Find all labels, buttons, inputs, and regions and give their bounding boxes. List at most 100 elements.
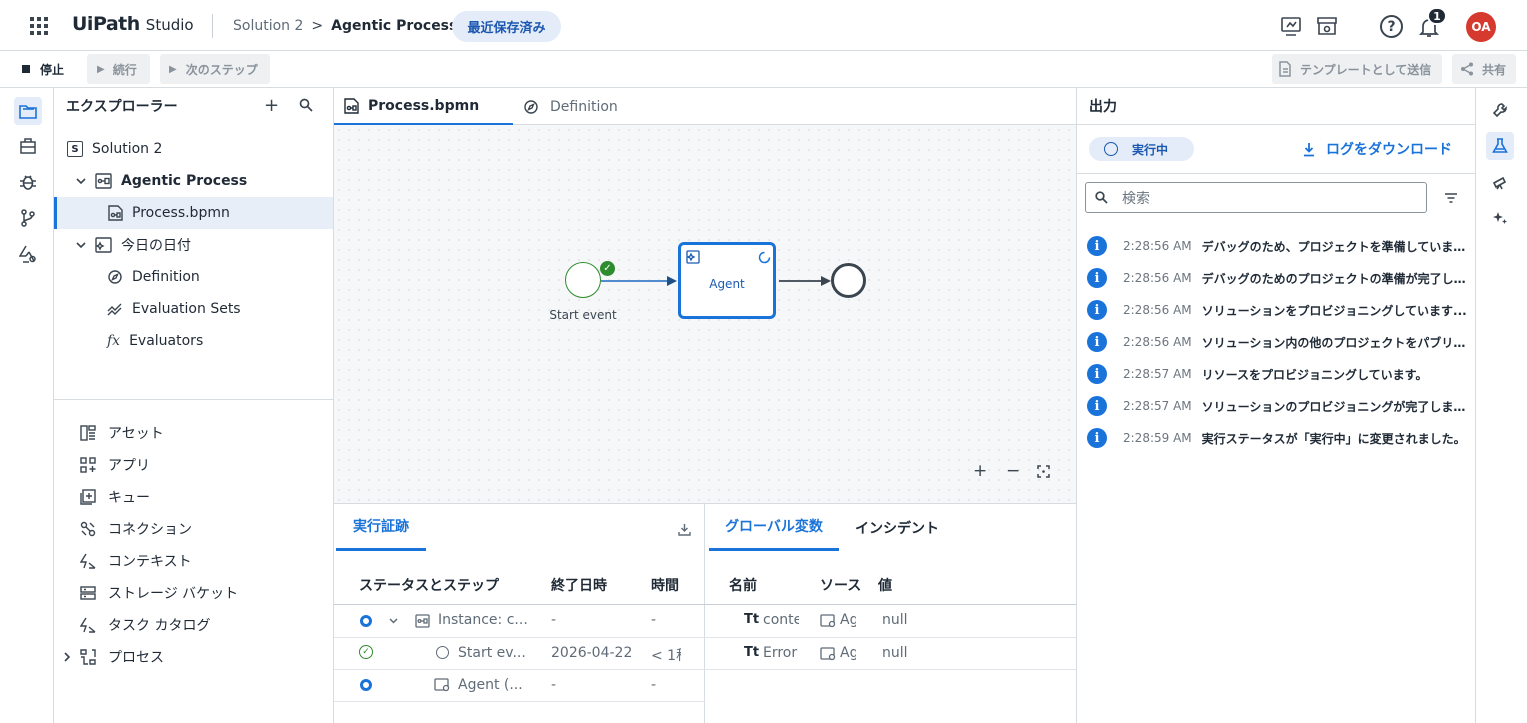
- trace-duration: -: [651, 677, 657, 693]
- resource-storage-buckets[interactable]: ストレージ バケット: [80, 577, 238, 609]
- log-entry[interactable]: i 2:28:56 AM デバッグのため、プロジェクトを準備しています...: [1087, 230, 1467, 262]
- explorer-search-icon[interactable]: [299, 98, 313, 112]
- tree-item-label: Definition: [132, 269, 200, 285]
- log-entry[interactable]: i 2:28:56 AM ソリューション内の他のプロジェクトをパブリッシュしてい…: [1087, 326, 1467, 358]
- resource-context[interactable]: コンテキスト: [80, 545, 192, 577]
- trace-end-time: 2026-04-22: [551, 645, 633, 661]
- debug-rail-icon[interactable]: [14, 168, 42, 196]
- packages-rail-icon[interactable]: [14, 132, 42, 160]
- tree-item-evaluators[interactable]: fx Evaluators: [54, 325, 333, 357]
- user-avatar[interactable]: OA: [1466, 12, 1496, 42]
- zoom-in-button[interactable]: +: [973, 461, 987, 481]
- telescope-icon[interactable]: [1486, 168, 1514, 196]
- app-name: UiPath: [72, 13, 140, 35]
- trace-end-time: -: [551, 612, 557, 628]
- info-icon: i: [1087, 332, 1107, 352]
- tree-item-agentic-process[interactable]: Agentic Process: [54, 165, 333, 197]
- tree-item-process-bpmn[interactable]: Process.bpmn: [54, 197, 333, 229]
- tab-incidents[interactable]: インシデント: [847, 504, 947, 551]
- sequence-flow-agent-to-end[interactable]: [777, 275, 833, 287]
- app-logo[interactable]: UiPath Studio: [72, 13, 194, 39]
- log-entry[interactable]: i 2:28:57 AM リソースをプロビジョニングしています。: [1087, 358, 1467, 390]
- tab-label: Definition: [550, 98, 618, 115]
- resource-apps[interactable]: アプリ: [80, 449, 150, 481]
- resource-label: キュー: [108, 490, 150, 506]
- output-panel: 出力 実行中 ログをダウンロード 検索 i 2:28:56 AM デバッグのため…: [1076, 88, 1475, 723]
- log-search-input[interactable]: 検索: [1085, 182, 1427, 213]
- tab-global-variables[interactable]: グローバル変数: [709, 504, 839, 551]
- apps-icon: [80, 457, 96, 473]
- column-header-name[interactable]: 名前: [729, 575, 757, 595]
- tab-definition[interactable]: Definition: [522, 88, 662, 125]
- log-message: ソリューション内の他のプロジェクトをパブリッシュしています: [1201, 335, 1467, 350]
- column-header-duration[interactable]: 時間: [651, 575, 679, 595]
- download-trace-icon[interactable]: [678, 523, 691, 536]
- add-item-button[interactable]: +: [264, 95, 279, 116]
- column-header-value[interactable]: 値: [878, 575, 892, 595]
- explorer-divider: [54, 399, 333, 400]
- continue-button[interactable]: ▶ 続行: [87, 54, 150, 84]
- tab-execution-trace[interactable]: 実行証跡: [336, 504, 426, 551]
- chevron-down-icon[interactable]: [76, 241, 86, 249]
- download-logs-button[interactable]: ログをダウンロード: [1302, 139, 1452, 159]
- zoom-out-button[interactable]: −: [1006, 461, 1020, 481]
- tab-process-bpmn[interactable]: Process.bpmn: [334, 88, 513, 125]
- feedback-icon[interactable]: [1280, 16, 1302, 36]
- connections-icon: [80, 521, 96, 537]
- resources-rail-icon[interactable]: [14, 240, 42, 268]
- share-button[interactable]: 共有: [1452, 54, 1516, 84]
- header-divider: [1077, 124, 1475, 125]
- tree-item-label: Process.bpmn: [132, 205, 230, 221]
- explorer-rail-icon[interactable]: [14, 97, 42, 125]
- log-entry[interactable]: i 2:28:57 AM ソリューションのプロビジョニングが完了しました: [1087, 390, 1467, 422]
- chevron-down-icon[interactable]: [389, 618, 398, 624]
- trace-step-label: Instance: c...: [438, 612, 528, 628]
- next-step-button[interactable]: ▶ 次のステップ: [160, 54, 270, 84]
- log-time: 2:28:57 AM: [1123, 367, 1192, 381]
- bpmn-canvas[interactable]: ✓ Start event Agent + −: [334, 125, 1076, 503]
- app-launcher-icon[interactable]: [29, 16, 49, 36]
- resource-queues[interactable]: キュー: [80, 481, 150, 513]
- send-as-template-button[interactable]: テンプレートとして送信: [1272, 54, 1442, 84]
- autopilot-sparkle-icon[interactable]: [1486, 204, 1514, 232]
- processes-icon: [80, 649, 96, 665]
- context-icon: [80, 553, 96, 569]
- text-type-icon: Tt: [744, 645, 760, 660]
- properties-wrench-icon[interactable]: [1486, 96, 1514, 124]
- column-header-source[interactable]: ソース: [820, 575, 861, 595]
- tree-item-definition[interactable]: Definition: [54, 261, 333, 293]
- test-flask-icon[interactable]: [1486, 132, 1514, 160]
- column-header-end-time[interactable]: 終了日時: [551, 575, 607, 595]
- notification-count-badge: 1: [1427, 7, 1447, 25]
- share-label: 共有: [1482, 62, 1507, 77]
- breadcrumb-process[interactable]: Agentic Process: [331, 18, 457, 34]
- end-event[interactable]: [831, 263, 866, 298]
- log-entry[interactable]: i 2:28:59 AM 実行ステータスが「実行中」に変更されました。: [1087, 422, 1467, 454]
- log-entry[interactable]: i 2:28:56 AM デバッグのためのプロジェクトの準備が完了しました: [1087, 262, 1467, 294]
- start-event[interactable]: [565, 262, 601, 298]
- resource-label: コンテキスト: [108, 554, 192, 570]
- tree-item-agent[interactable]: 今日の日付: [54, 229, 333, 261]
- tree-item-evaluation-sets[interactable]: Evaluation Sets: [54, 293, 333, 325]
- resource-assets[interactable]: アセット: [80, 417, 164, 449]
- filter-icon[interactable]: [1444, 193, 1458, 203]
- variable-name: Error: [763, 645, 798, 661]
- source-control-rail-icon[interactable]: [14, 204, 42, 232]
- resource-connections[interactable]: コネクション: [80, 513, 192, 545]
- agent-task[interactable]: Agent: [678, 242, 776, 319]
- help-icon[interactable]: ?: [1380, 15, 1403, 38]
- log-entry[interactable]: i 2:28:56 AM ソリューションをプロビジョニングしています...: [1087, 294, 1467, 326]
- agent-source-icon: [820, 614, 836, 628]
- column-header-status-step[interactable]: ステータスとステップ: [359, 575, 499, 595]
- store-icon[interactable]: [1316, 16, 1338, 36]
- breadcrumb-solution[interactable]: Solution 2: [233, 18, 303, 34]
- bottom-panels: 実行証跡 ステータスとステップ 終了日時 時間 Instance: c... -…: [334, 503, 1076, 723]
- tree-item-solution[interactable]: S Solution 2: [54, 133, 333, 165]
- stop-button[interactable]: 停止: [14, 54, 76, 84]
- chevron-right-icon[interactable]: [64, 652, 71, 662]
- fit-view-icon[interactable]: [1037, 465, 1050, 478]
- sequence-flow-start-to-agent[interactable]: [599, 275, 679, 287]
- chevron-down-icon[interactable]: [76, 177, 86, 185]
- resource-task-catalog[interactable]: タスク カタログ: [80, 609, 210, 641]
- resource-processes[interactable]: プロセス: [64, 641, 164, 673]
